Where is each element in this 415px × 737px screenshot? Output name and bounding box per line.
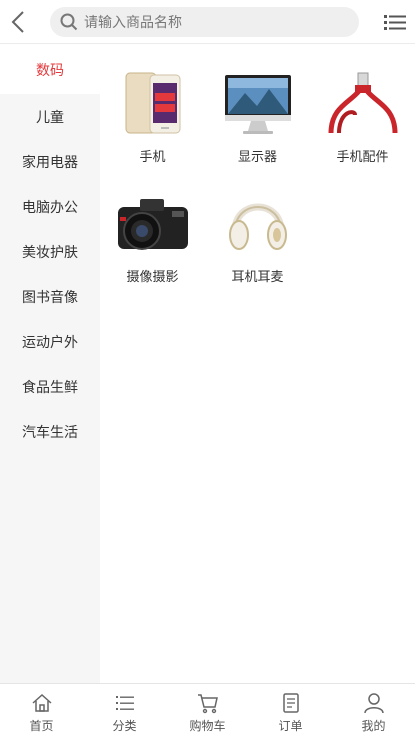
search-icon: [60, 13, 78, 31]
headphones-image: [218, 188, 298, 260]
tab-label: 购物车: [189, 719, 226, 733]
back-button[interactable]: [4, 6, 32, 38]
phone-image: [113, 68, 193, 140]
sidebar-item-sports[interactable]: 运动户外: [0, 319, 100, 364]
order-icon: [282, 693, 299, 713]
product-category-grid: 手机 显示器 手机配件 摄像摄影 耳机耳麦: [100, 46, 415, 683]
category-label: 显示器: [237, 150, 277, 165]
bottom-tab-bar: 首页 分类 购物车 订单 我的: [0, 683, 415, 737]
tab-category[interactable]: 分类: [83, 684, 166, 737]
search-input[interactable]: 请输入商品名称: [50, 7, 359, 37]
monitor-image: [218, 68, 298, 140]
sidebar-item-books-media[interactable]: 图书音像: [0, 274, 100, 319]
tab-cart[interactable]: 购物车: [166, 684, 249, 737]
tab-label: 首页: [29, 719, 54, 733]
sidebar-item-computer-office[interactable]: 电脑办公: [0, 184, 100, 229]
camera-image: [113, 188, 193, 260]
tab-label: 我的: [361, 719, 386, 733]
tab-label: 分类: [112, 719, 137, 733]
category-label: 手机配件: [336, 150, 389, 165]
sidebar-item-auto[interactable]: 汽车生活: [0, 409, 100, 454]
top-bar: 请输入商品名称: [0, 0, 415, 44]
category-card-phone[interactable]: 手机: [100, 68, 205, 188]
list-icon: [115, 696, 134, 710]
tab-profile[interactable]: 我的: [332, 684, 415, 737]
cart-icon: [197, 694, 218, 714]
user-icon: [363, 693, 384, 714]
category-card-camera[interactable]: 摄像摄影: [100, 188, 205, 308]
category-label: 手机: [139, 150, 166, 165]
tab-label: 订单: [278, 719, 303, 733]
category-card-headphones[interactable]: 耳机耳麦: [205, 188, 310, 308]
category-card-monitor[interactable]: 显示器: [205, 68, 310, 188]
sidebar-item-appliances[interactable]: 家用电器: [0, 139, 100, 184]
search-placeholder: 请输入商品名称: [84, 15, 182, 31]
sidebar-item-digital[interactable]: 数码: [0, 46, 100, 94]
cable-image: [323, 68, 403, 140]
sidebar-item-food[interactable]: 食品生鲜: [0, 364, 100, 409]
menu-button[interactable]: [383, 10, 407, 34]
category-sidebar: 数码 儿童 家用电器 电脑办公 美妆护肤 图书音像 运动户外 食品生鲜 汽车生活: [0, 46, 100, 683]
category-label: 耳机耳麦: [231, 270, 284, 285]
chevron-left-icon: [11, 11, 24, 33]
sidebar-item-beauty[interactable]: 美妆护肤: [0, 229, 100, 274]
home-icon: [32, 693, 51, 712]
sidebar-item-children[interactable]: 儿童: [0, 94, 100, 139]
tab-home[interactable]: 首页: [0, 684, 83, 737]
list-menu-icon: [384, 15, 406, 30]
category-label: 摄像摄影: [126, 270, 179, 285]
tab-orders[interactable]: 订单: [249, 684, 332, 737]
category-card-phone-accessories[interactable]: 手机配件: [310, 68, 415, 188]
